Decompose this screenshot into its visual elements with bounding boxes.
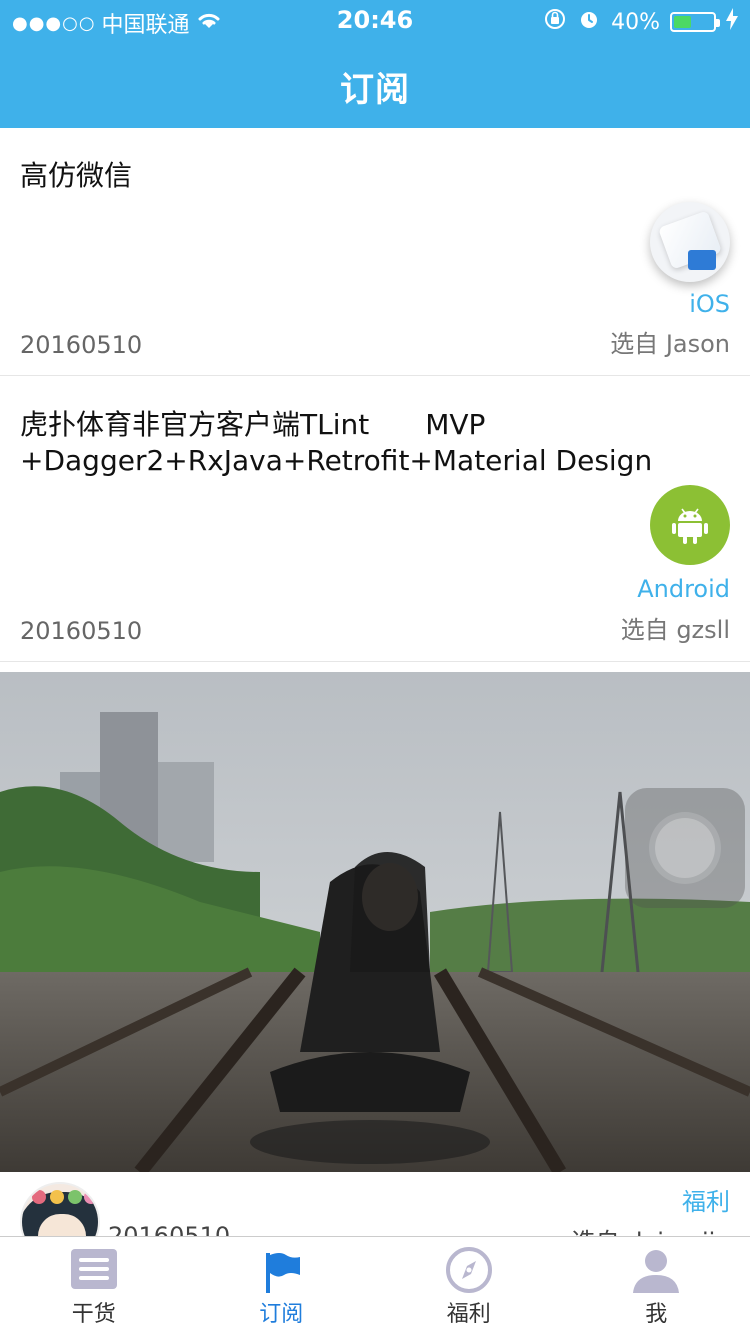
list-item[interactable]: 虎扑体育非官方客户端TLint MVP +Dagger2+RxJava+Retr… bbox=[0, 377, 750, 662]
list-icon bbox=[69, 1247, 119, 1297]
tab-bar: 干货 订阅 福利 我 bbox=[0, 1236, 750, 1334]
avatar bbox=[20, 1182, 100, 1236]
orientation-lock-icon bbox=[543, 7, 567, 37]
battery-icon bbox=[670, 12, 720, 32]
item-date: 20160510 bbox=[108, 1222, 231, 1236]
item-author: 选自 daimajia bbox=[572, 1222, 730, 1236]
item-category: 福利 bbox=[682, 1188, 730, 1216]
alarm-icon bbox=[577, 7, 601, 37]
tab-ganhuo[interactable]: 干货 bbox=[0, 1237, 188, 1334]
list-item[interactable]: 福利 20160510 选自 daimajia bbox=[0, 1172, 750, 1236]
android-icon bbox=[650, 485, 730, 565]
item-author: 选自 Jason bbox=[610, 330, 730, 358]
item-date: 20160510 bbox=[20, 617, 143, 645]
tab-label: 干货 bbox=[71, 1302, 116, 1327]
item-title-line: +Dagger2+RxJava+Retrofit+Material Design bbox=[20, 444, 653, 477]
item-title: 虎扑体育非官方客户端TLint MVP +Dagger2+RxJava+Retr… bbox=[20, 407, 730, 479]
header: ●●●○○ 中国联通 20:46 40% 订阅 bbox=[0, 0, 750, 128]
nav-title: 订阅 bbox=[340, 70, 410, 110]
item-title-line: 虎扑体育非官方客户端TLint MVP bbox=[20, 408, 486, 441]
list-item[interactable]: 高仿微信 iOS 20160510 选自 Jason bbox=[0, 128, 750, 376]
person-icon bbox=[631, 1247, 681, 1297]
status-bar: ●●●○○ 中国联通 20:46 40% bbox=[0, 0, 750, 40]
item-date: 20160510 bbox=[20, 331, 143, 359]
item-title: 高仿微信 bbox=[20, 159, 133, 192]
tab-fuli[interactable]: 福利 bbox=[375, 1237, 563, 1334]
tab-label: 我 bbox=[645, 1302, 668, 1327]
tab-label: 福利 bbox=[446, 1302, 491, 1327]
tab-label: 订阅 bbox=[259, 1302, 304, 1327]
item-author: 选自 gzsll bbox=[620, 616, 730, 644]
assistive-touch-button[interactable] bbox=[625, 788, 745, 908]
battery-percent: 40% bbox=[611, 9, 660, 35]
flag-icon bbox=[256, 1247, 306, 1297]
tab-subscribe[interactable]: 订阅 bbox=[188, 1237, 376, 1334]
status-right: 40% bbox=[543, 7, 738, 37]
charging-icon bbox=[726, 8, 738, 36]
item-category: Android bbox=[637, 575, 730, 603]
welfare-photo[interactable] bbox=[0, 672, 750, 1172]
ios-icon bbox=[650, 202, 730, 282]
compass-icon bbox=[444, 1247, 494, 1297]
tab-me[interactable]: 我 bbox=[563, 1237, 750, 1334]
item-category: iOS bbox=[689, 290, 730, 318]
